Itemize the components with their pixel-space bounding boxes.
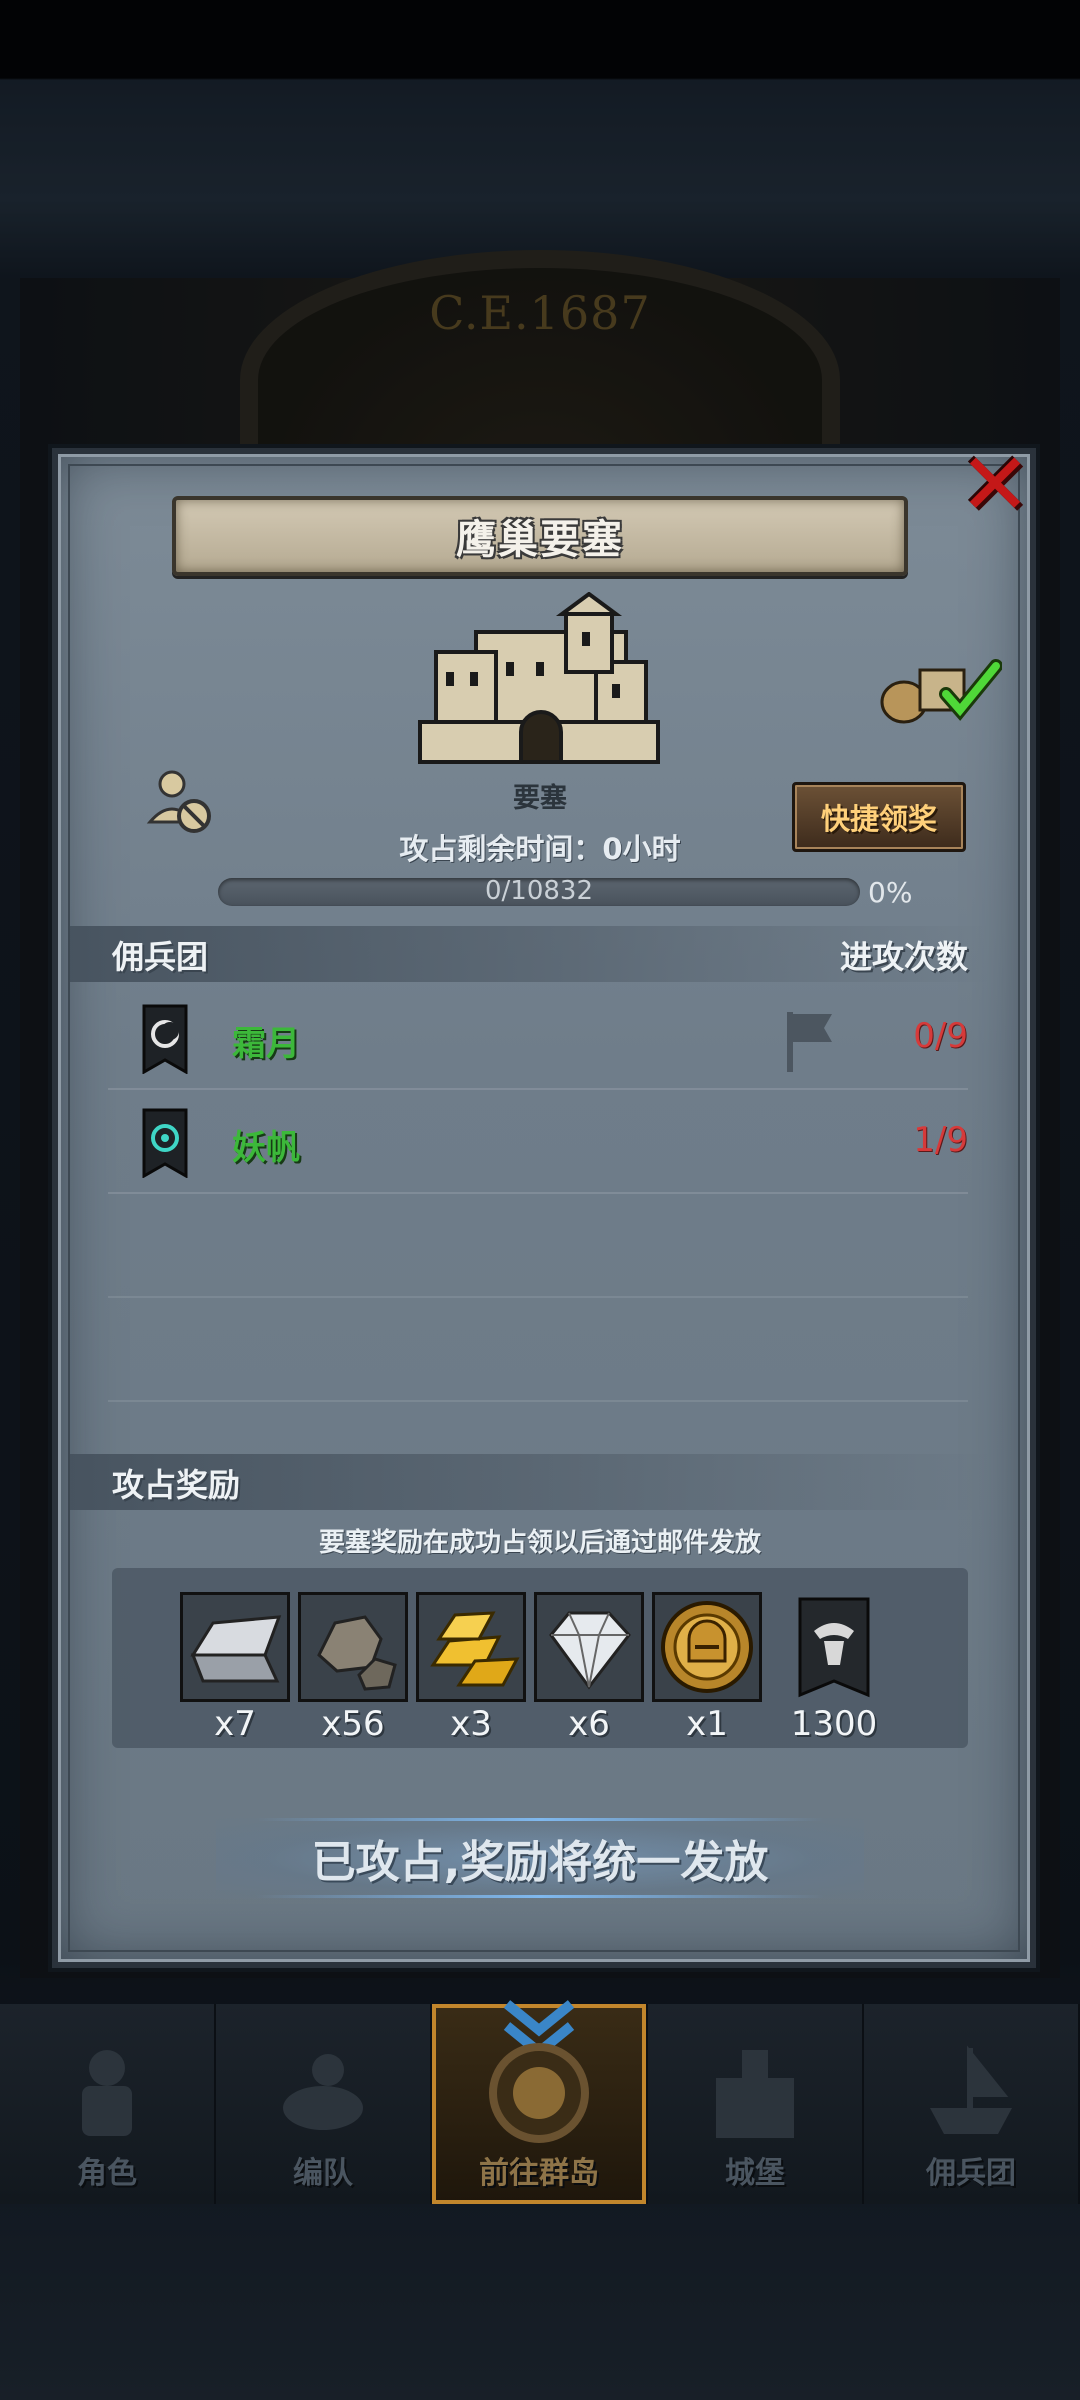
progress-percent: 0% — [868, 876, 913, 909]
castle-icon — [418, 592, 660, 764]
mercenary-name: 霜月 — [232, 1024, 300, 1064]
title-plate: 鹰巢要塞 — [172, 496, 908, 576]
mercenary-header: 佣兵团 — [112, 938, 209, 976]
remaining-time: 攻占剩余时间：0小时 — [399, 832, 681, 866]
diamond-icon[interactable] — [534, 1592, 644, 1702]
dialog-title: 鹰巢要塞 — [456, 517, 624, 563]
nav-castle[interactable]: 城堡 — [648, 2004, 864, 2204]
knight-icon — [82, 2050, 132, 2136]
nav-label: 佣兵团 — [926, 2156, 1016, 2191]
flag-icon — [787, 1012, 832, 1072]
nav-character[interactable]: 角色 — [0, 2004, 216, 2204]
close-icon: ✕ — [958, 435, 1032, 535]
mercenary-row[interactable]: 妖帆 1/9 — [108, 1090, 968, 1194]
supply-claimed-icon[interactable] — [876, 656, 1002, 726]
attack-count: 1/9 — [913, 1120, 968, 1160]
knight-helmet-coin-icon[interactable] — [652, 1592, 762, 1702]
nav-mercenary[interactable]: 佣兵团 — [864, 2004, 1080, 2204]
nav-label: 城堡 — [725, 2156, 785, 2191]
empty-row — [108, 1298, 968, 1402]
close-button[interactable]: ✕ — [950, 440, 1040, 530]
bull-banner-icon[interactable] — [794, 1592, 874, 1702]
bottom-nav: 角色 编队 前往群岛 城堡 佣兵团 — [0, 2000, 1080, 2204]
mercenary-name: 妖帆 — [232, 1128, 300, 1168]
occupied-status: 已攻占,奖励将统一发放 — [216, 1818, 864, 1898]
mercenary-row[interactable]: 霜月 0/9 — [108, 986, 968, 1090]
nav-go-to-islands[interactable]: 前往群岛 — [432, 2000, 648, 2204]
castle-nav-icon — [716, 2050, 794, 2138]
cavalry-icon — [283, 2054, 363, 2130]
reward-count: 1300 — [790, 1704, 878, 1744]
status-text: 已攻占,奖励将统一发放 — [311, 1837, 769, 1888]
nav-formation[interactable]: 编队 — [216, 2004, 432, 2204]
gold-bars-icon[interactable] — [416, 1592, 526, 1702]
ship-icon — [930, 2045, 1012, 2134]
moon-banner-icon — [142, 1004, 188, 1074]
sail-banner-icon — [142, 1108, 188, 1178]
silver-ingot-icon[interactable] — [180, 1592, 290, 1702]
nav-label: 前往群岛 — [479, 2156, 599, 2191]
nav-label: 角色 — [77, 2156, 137, 2191]
nav-label: 编队 — [293, 2156, 353, 2191]
reward-note: 要塞奖励在成功占领以后通过邮件发放 — [318, 1528, 761, 1558]
reward-count: x1 — [686, 1704, 728, 1744]
attack-count-header: 进攻次数 — [839, 938, 968, 976]
reward-header: 攻占奖励 — [112, 1466, 241, 1504]
ore-stone-icon[interactable] — [298, 1592, 408, 1702]
progress-text: 0/10832 — [484, 876, 593, 906]
compass-icon — [489, 2043, 589, 2143]
empty-row — [108, 1194, 968, 1298]
attack-count: 0/9 — [913, 1016, 968, 1056]
game-screen: C.E.1687 ✕ 鹰巢要塞 要塞 快捷领奖 攻占剩余时间：0小时 0/108… — [0, 0, 1080, 2400]
